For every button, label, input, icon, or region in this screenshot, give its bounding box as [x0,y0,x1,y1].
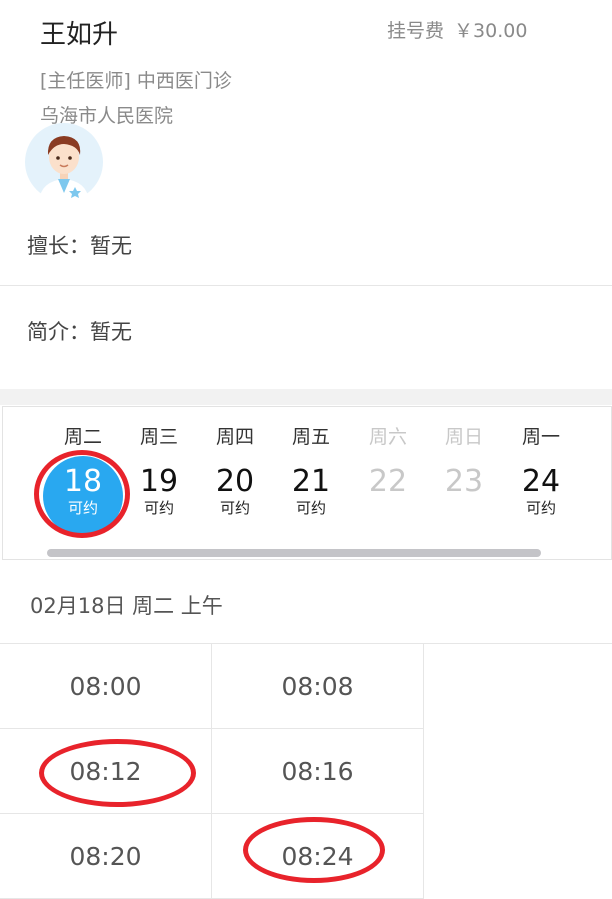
registration-fee: 挂号费 ￥30.00 [387,16,527,43]
date-number: 19 [139,464,179,499]
doctor-introduction: 简介：暂无 [27,320,132,344]
date-selector[interactable]: 周二 18 可约 周三 19 可约 周四 20 可约 周五 21 可约 周六 2… [2,406,612,560]
date-item-18[interactable]: 周二 18 可约 [43,407,123,557]
date-item-19[interactable]: 周三 19 可约 [121,407,197,557]
weekday-label: 周一 [521,426,560,448]
fee-label: 挂号费 [387,20,445,42]
date-number: 20 [215,464,255,499]
availability-status: 可约 [525,499,556,517]
date-item-23: 周日 23 [426,407,502,557]
session-title: 02月18日 周二 上午 [30,594,223,618]
weekday-label: 周三 [139,426,178,448]
time-slot[interactable]: 08:20 [0,814,212,899]
date-item-20[interactable]: 周四 20 可约 [197,407,273,557]
time-slot[interactable]: 08:00 [0,644,212,729]
date-number: 18 [63,464,103,499]
fee-value: ￥30.00 [454,20,528,42]
doctor-name: 王如升 [40,20,119,50]
time-slot[interactable]: 08:24 [212,814,424,899]
weekday-label: 周五 [291,426,330,448]
section-separator [0,389,612,405]
divider [0,285,612,286]
time-slot[interactable]: 08:12 [0,729,212,814]
weekday-label: 周二 [63,426,102,448]
date-number: 24 [521,464,561,499]
weekday-label: 周四 [215,426,254,448]
availability-status: 可约 [295,499,326,517]
doctor-title: [主任医师] 中西医门诊 [40,70,232,92]
doctor-specialty: 擅长：暂无 [27,234,132,258]
time-slot[interactable]: 08:08 [212,644,424,729]
date-item-21[interactable]: 周五 21 可约 [273,407,349,557]
doctor-avatar-icon [25,123,103,201]
availability-status: 可约 [67,499,98,517]
time-slot[interactable]: 08:16 [212,729,424,814]
date-item-22: 周六 22 [350,407,426,557]
availability-status: 可约 [219,499,250,517]
horizontal-scrollbar[interactable] [47,549,541,557]
date-number: 23 [444,464,484,499]
availability-status: 可约 [143,499,174,517]
date-number: 21 [291,464,331,499]
date-item-24[interactable]: 周一 24 可约 [503,407,579,557]
date-number: 22 [368,464,408,499]
weekday-label: 周六 [368,426,407,448]
weekday-label: 周日 [444,426,483,448]
